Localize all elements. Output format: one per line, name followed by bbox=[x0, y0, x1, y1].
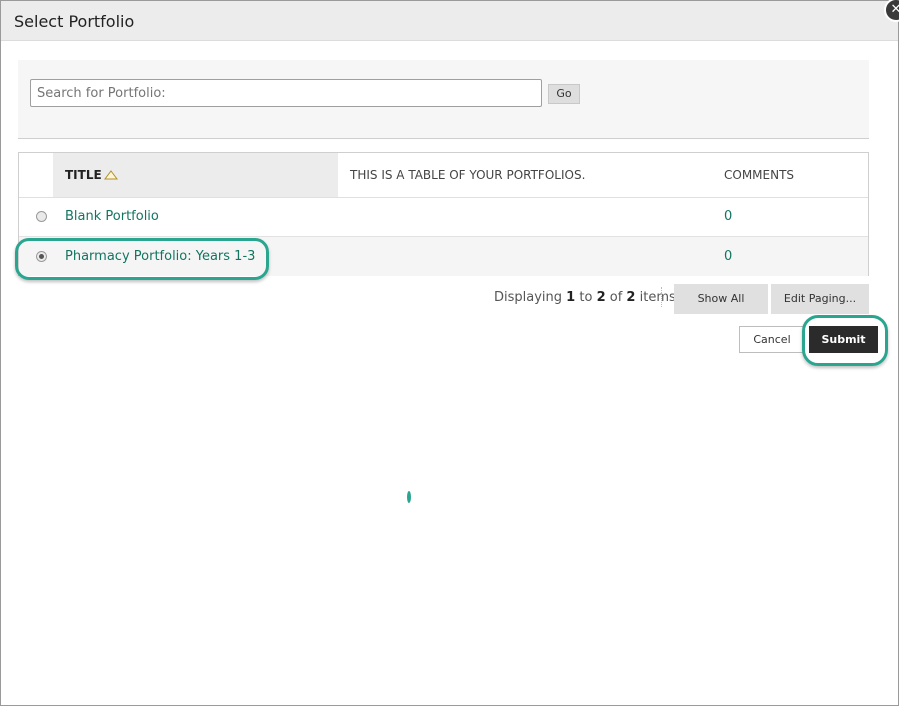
column-title-label: TITLE bbox=[65, 168, 102, 182]
select-portfolio-dialog: Select Portfolio Go TITLE THIS IS A TABL… bbox=[0, 0, 899, 706]
portfolio-title-link[interactable]: Blank Portfolio bbox=[65, 209, 159, 224]
column-header-comments[interactable]: COMMENTS bbox=[724, 168, 794, 182]
table-row[interactable]: Blank Portfolio 0 bbox=[19, 197, 868, 237]
paging-to: 2 bbox=[596, 290, 606, 305]
paging-total: 2 bbox=[626, 290, 636, 305]
dialog-titlebar: Select Portfolio bbox=[1, 1, 898, 41]
go-button[interactable]: Go bbox=[548, 84, 580, 104]
search-panel: Go bbox=[18, 60, 869, 139]
selected-row-highlight bbox=[15, 238, 269, 280]
search-input[interactable] bbox=[30, 79, 542, 107]
show-all-button[interactable]: Show All bbox=[674, 284, 768, 314]
column-header-description: THIS IS A TABLE OF YOUR PORTFOLIOS. bbox=[350, 168, 586, 182]
row-radio[interactable] bbox=[36, 211, 47, 222]
edit-paging-button[interactable]: Edit Paging... bbox=[771, 284, 869, 314]
paging-of-word: of bbox=[609, 290, 623, 305]
comments-count-link[interactable]: 0 bbox=[724, 249, 732, 264]
column-header-title[interactable]: TITLE bbox=[53, 153, 338, 197]
paging-to-word: to bbox=[579, 290, 593, 305]
paging-from: 1 bbox=[566, 290, 576, 305]
cursor-marker bbox=[407, 491, 411, 503]
paging-divider bbox=[661, 287, 662, 307]
submit-highlight bbox=[802, 315, 888, 366]
sort-ascending-icon bbox=[104, 170, 118, 180]
paging-suffix: items bbox=[639, 290, 676, 305]
comments-count-link[interactable]: 0 bbox=[724, 209, 732, 224]
cancel-button[interactable]: Cancel bbox=[739, 326, 805, 353]
dialog-title: Select Portfolio bbox=[14, 12, 135, 31]
paging-summary: Displaying 1 to 2 of 2 items bbox=[494, 290, 676, 305]
table-header: TITLE THIS IS A TABLE OF YOUR PORTFOLIOS… bbox=[19, 153, 868, 198]
paging-prefix: Displaying bbox=[494, 290, 563, 305]
